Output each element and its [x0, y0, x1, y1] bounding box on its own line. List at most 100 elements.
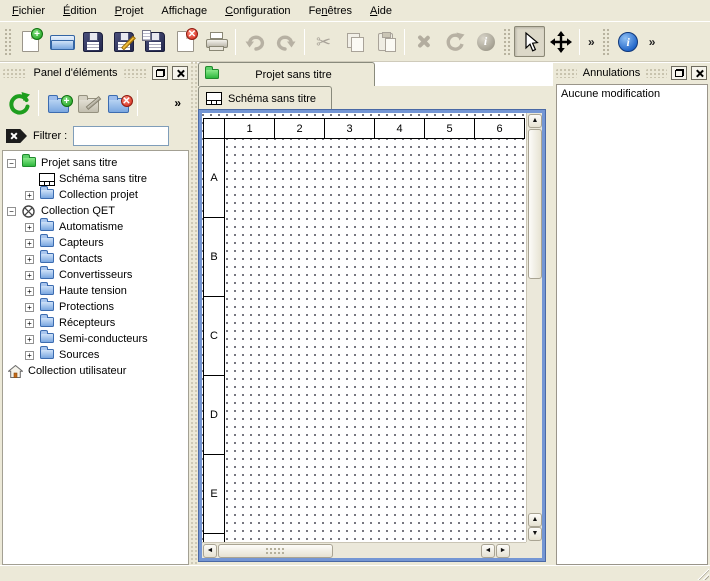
new-project-button[interactable]: + [15, 26, 46, 57]
scroll-up-button[interactable]: ▲ [528, 513, 542, 527]
save-as-button[interactable] [108, 26, 139, 57]
expand-expander[interactable]: + [25, 351, 34, 360]
expand-expander[interactable]: + [25, 319, 34, 328]
open-project-button[interactable] [46, 26, 77, 57]
expand-expander[interactable]: + [25, 271, 34, 280]
tree-item-collection-utilisateur[interactable]: Collection utilisateur [3, 363, 188, 379]
tree-item-recepteurs[interactable]: +Récepteurs [3, 315, 188, 331]
expand-expander[interactable]: + [25, 287, 34, 296]
undo-list[interactable]: Aucune modification [556, 84, 708, 565]
element-infos-button[interactable]: i [470, 26, 501, 57]
expand-expander[interactable]: + [25, 239, 34, 248]
menu-aide[interactable]: Aide [361, 2, 401, 20]
dock-grip[interactable] [556, 69, 577, 78]
vertical-scroll-thumb[interactable] [528, 129, 542, 279]
close-icon [695, 69, 704, 78]
scroll-left-button[interactable]: ◄ [481, 544, 495, 558]
blue-folder-icon [40, 221, 54, 231]
horizontal-scroll-thumb[interactable] [218, 544, 333, 558]
print-button[interactable] [201, 26, 232, 57]
tree-item-collection-qet[interactable]: −Collection QET [3, 203, 188, 219]
tree-item-sources[interactable]: +Sources [3, 347, 188, 363]
refresh-icon [7, 91, 31, 115]
vertical-scrollbar[interactable]: ▲ ▲ ▼ [526, 113, 542, 542]
resize-grip[interactable] [696, 567, 709, 580]
paste-button[interactable] [370, 26, 401, 57]
rotate-button[interactable] [439, 26, 470, 57]
new-category-button[interactable]: + [43, 88, 73, 118]
expand-expander[interactable]: + [25, 255, 34, 264]
tree-item-label: Protections [59, 301, 114, 313]
delete-button[interactable] [408, 26, 439, 57]
filter-input[interactable] [73, 126, 169, 146]
menu-affichage[interactable]: Affichage [152, 2, 216, 20]
dock-float-button[interactable] [152, 66, 168, 80]
copy-button[interactable] [339, 26, 370, 57]
column-header-4: 4 [374, 118, 425, 139]
save-button[interactable] [77, 26, 108, 57]
tree-item-protections[interactable]: + Protections [3, 299, 188, 315]
toolbar-grip[interactable] [603, 29, 610, 55]
dock-grip[interactable] [646, 69, 667, 78]
save-all-button[interactable] [139, 26, 170, 57]
expand-expander[interactable]: + [25, 223, 34, 232]
scroll-up-button[interactable]: ▲ [528, 114, 542, 128]
about-qet-button[interactable]: i [613, 26, 644, 57]
dock-grip[interactable] [124, 69, 148, 78]
toolbar-grip[interactable] [5, 29, 12, 55]
scroll-down-button[interactable]: ▼ [528, 527, 542, 541]
elements-panel-toolbar: + ✕ » [0, 84, 191, 122]
collapse-expander[interactable]: − [7, 207, 16, 216]
delete-category-button[interactable]: ✕ [103, 88, 133, 118]
tree-item-capteurs[interactable]: +Capteurs [3, 235, 188, 251]
tree-item-semi-conducteurs[interactable]: +Semi-conducteurs [3, 331, 188, 347]
close-file-button[interactable]: ✕ [170, 26, 201, 57]
cut-button[interactable]: ✂ [308, 26, 339, 57]
menu-fichier[interactable]: Fichier [3, 2, 54, 20]
edit-category-button[interactable] [73, 88, 103, 118]
scroll-left-button[interactable]: ◄ [203, 544, 217, 558]
menu-fenetres[interactable]: Fenêtres [300, 2, 361, 20]
expand-expander[interactable]: + [25, 303, 34, 312]
tree-item-haute-tension[interactable]: +Haute tension [3, 283, 188, 299]
qet-collection-icon [22, 205, 35, 218]
select-mode-button[interactable] [514, 26, 545, 57]
tree-item-contacts[interactable]: + Contacts [3, 251, 188, 267]
tab-project[interactable]: Projet sans titre [198, 62, 375, 86]
expand-expander[interactable]: + [25, 191, 34, 200]
menu-edition[interactable]: Édition [54, 2, 106, 20]
toolbar-grip[interactable] [504, 29, 511, 55]
left-splitter-handle[interactable] [191, 62, 198, 565]
toolbar-extension-button[interactable]: » [644, 35, 661, 49]
reload-collections-button[interactable] [4, 88, 34, 118]
tree-item-projet-sans-titre[interactable]: −Projet sans titre [3, 155, 188, 171]
dock-float-button[interactable] [671, 66, 687, 80]
tree-item-label: Contacts [59, 253, 102, 265]
horizontal-scrollbar[interactable]: ◄ ◄ ► [202, 542, 526, 558]
row-header-e: E [203, 454, 225, 534]
redo-button[interactable] [270, 26, 301, 57]
dock-close-button[interactable] [691, 66, 707, 80]
pan-mode-button[interactable] [545, 26, 576, 57]
toolbar-extension-button[interactable]: » [583, 35, 600, 49]
panel-toolbar-extension-button[interactable]: » [174, 96, 187, 110]
elements-panel-header[interactable]: Panel d'éléments [0, 62, 191, 84]
tree-item-automatisme[interactable]: +Automatisme [3, 219, 188, 235]
undo-panel-header[interactable]: Annulations [553, 62, 710, 84]
scroll-right-button[interactable]: ► [496, 544, 510, 558]
undo-button[interactable] [239, 26, 270, 57]
tree-item-schema-sans-titre[interactable]: Schéma sans titre [3, 171, 188, 187]
collapse-expander[interactable]: − [7, 159, 16, 168]
expand-expander[interactable]: + [25, 335, 34, 344]
menu-configuration[interactable]: Configuration [216, 2, 299, 20]
tree-item-icon [20, 205, 37, 218]
dock-close-button[interactable] [172, 66, 188, 80]
dock-grip[interactable] [3, 69, 27, 78]
tab-schema[interactable]: Schéma sans titre [198, 86, 332, 110]
tree-item-collection-projet[interactable]: +Collection projet [3, 187, 188, 203]
tree-item-convertisseurs[interactable]: +Convertisseurs [3, 267, 188, 283]
clear-filter-icon[interactable] [6, 129, 27, 143]
diagram-canvas[interactable]: 123456 ABCDE [202, 113, 526, 542]
qelectrotech-window: FichierÉditionProjetAffichageConfigurati… [0, 0, 710, 581]
menu-projet[interactable]: Projet [106, 2, 153, 20]
